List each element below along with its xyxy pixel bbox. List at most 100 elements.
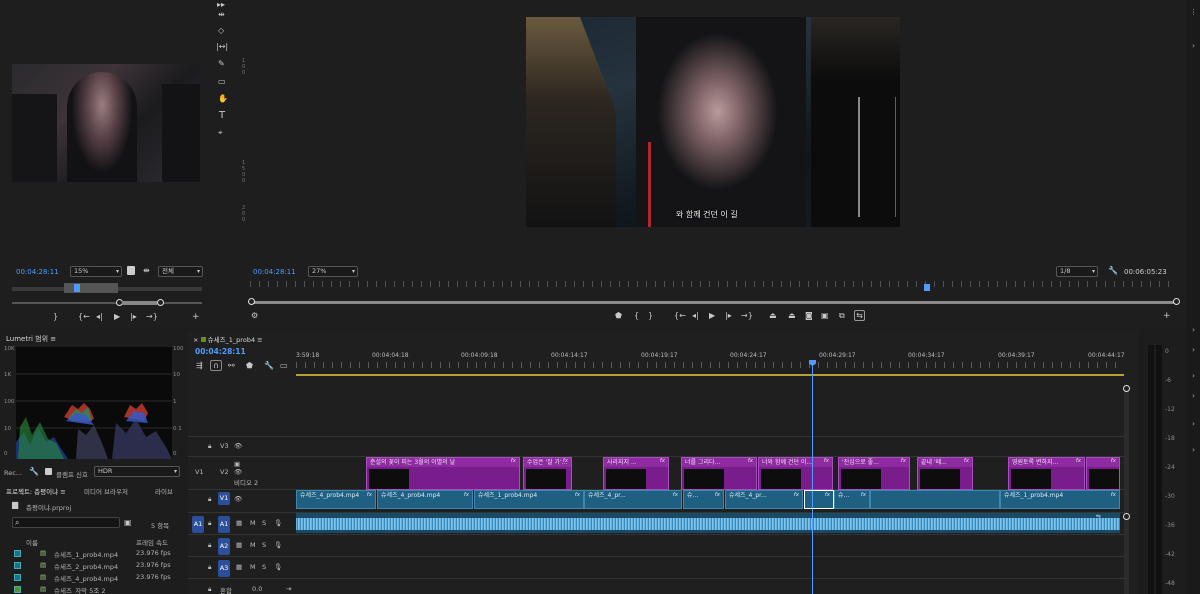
snap-icon[interactable]: ∩ — [210, 360, 222, 371]
v2-caption-clip[interactable]: '진심으로 좋... fx — [838, 457, 910, 490]
toggle-output-icon[interactable]: 👁︎ — [234, 468, 242, 476]
selected-clip-outline[interactable] — [804, 490, 834, 509]
v1-video-clip[interactable] — [870, 490, 1000, 509]
program-zoom-dropdown[interactable]: 27% ▾ — [308, 266, 358, 277]
program-zoom-bar[interactable] — [248, 298, 1180, 305]
fx-badge[interactable]: fx — [794, 491, 799, 500]
a1-mute[interactable]: M — [250, 519, 256, 527]
fx-badge[interactable]: fx — [660, 458, 665, 464]
zoom-handle-left[interactable] — [248, 298, 255, 305]
fx-badge[interactable]: fx — [563, 458, 568, 464]
step-forward-icon[interactable]: |▸ — [130, 312, 137, 322]
project-search-input[interactable]: ⌕ — [12, 517, 120, 528]
go-to-in-icon[interactable]: {← — [674, 311, 686, 321]
microphone-icon[interactable]: 🎙︎ — [274, 541, 282, 549]
media-browser-tab[interactable]: 미디어 브라우저 — [84, 486, 128, 496]
extract-icon[interactable]: ⏏ — [788, 311, 796, 321]
timeline-ruler[interactable]: 3:59:18 00:04:04:18 00:04:09:18 00:04:14:17… — [296, 348, 1125, 372]
fx-badge[interactable]: fx — [464, 491, 469, 500]
fx-badge[interactable]: fx — [964, 458, 969, 464]
lock-icon[interactable]: 🔒︎ — [208, 495, 211, 504]
captions-icon[interactable]: ▭ — [280, 361, 288, 371]
a1-source-patch[interactable]: A1 — [192, 516, 204, 533]
label-swatch[interactable] — [14, 562, 21, 569]
microphone-icon[interactable]: 🎙︎ — [274, 563, 282, 571]
toggle-output-icon[interactable]: 👁︎ — [234, 495, 242, 503]
expand-arrow-icon[interactable]: › — [1187, 372, 1200, 380]
hand-icon[interactable]: ✋ — [218, 94, 228, 104]
mark-in-icon[interactable]: { — [634, 311, 639, 321]
mark-out-icon[interactable]: } — [648, 311, 653, 321]
fx-badge[interactable]: fx — [673, 491, 678, 500]
expand-arrow-icon[interactable]: › — [1187, 42, 1200, 50]
lock-icon[interactable]: 🔒︎ — [208, 442, 211, 451]
add-button-icon[interactable]: + — [1163, 311, 1171, 321]
play-icon[interactable]: ▶ — [114, 312, 120, 322]
compare-icon[interactable]: ▣ — [821, 311, 829, 321]
new-bin-icon[interactable]: ▣ — [124, 518, 132, 528]
scroll-handle-bottom[interactable] — [1123, 513, 1130, 520]
step-back-icon[interactable]: ◂| — [692, 311, 699, 321]
list-item[interactable]: ▤ 슈세즈_4_prob4.mp4 23.976 fps — [10, 572, 182, 583]
a1-audio-clip[interactable]: ⇋ — [296, 513, 1120, 533]
lumetri-title[interactable]: Lumetri 범위 ≡ — [6, 334, 56, 344]
play-icon[interactable]: ▶ — [709, 311, 715, 321]
a3-mute[interactable]: M — [250, 563, 256, 571]
source-scrubber[interactable] — [12, 283, 202, 293]
v2-caption-clip[interactable]: fx — [1086, 457, 1120, 490]
timeline-tab[interactable]: × 슈세즈_1_prob4 ≡ — [193, 334, 263, 344]
lift-icon[interactable]: ⏏ — [769, 311, 777, 321]
linked-selection-icon[interactable]: ⚯ — [228, 361, 235, 371]
pen-icon[interactable]: ✎ — [218, 59, 225, 69]
fx-badge[interactable]: fx — [861, 491, 866, 500]
a2-mute[interactable]: M — [250, 541, 256, 549]
source-playhead[interactable] — [74, 284, 80, 292]
v1-video-clip[interactable]: 슈세즈_4_pr... fx — [584, 490, 682, 509]
v2-caption-clip[interactable]: 사라지지 ... fx — [603, 457, 669, 490]
menu-icon[interactable]: ≡ — [257, 336, 262, 344]
wrench-icon[interactable]: 🔧 — [29, 467, 39, 477]
expand-arrow-icon[interactable]: › — [1187, 446, 1200, 454]
label-swatch[interactable] — [14, 550, 21, 557]
hdr-mode-dropdown[interactable]: HDR ▾ — [94, 466, 180, 477]
type-icon[interactable]: T — [219, 111, 225, 121]
microphone-icon[interactable]: 🎙︎ — [274, 519, 282, 527]
source-monitor-video[interactable] — [12, 64, 200, 182]
close-icon[interactable]: × — [193, 336, 198, 344]
list-item[interactable]: ▤ 슈세즈_자막 5조 2 — [10, 584, 182, 594]
wrench-icon[interactable]: 🔧 — [264, 361, 274, 371]
expand-arrow-icon[interactable]: › — [1187, 392, 1200, 400]
insert-icon[interactable]: ⇼ — [143, 266, 150, 276]
v2-caption-clip[interactable]: 수업은 '잘 가'... fx — [523, 457, 572, 490]
libraries-tab[interactable]: 라이브 — [155, 486, 173, 496]
proxy-icon[interactable]: ⇆ — [854, 310, 865, 321]
v1-video-clip[interactable]: 슈세즈_1_prob4.mp4 fx — [1000, 490, 1120, 509]
v1-track-target[interactable]: V1 — [218, 492, 230, 505]
clamp-checkbox[interactable] — [45, 468, 52, 475]
source-timecode[interactable]: 00:04:28:11 — [16, 268, 59, 276]
mark-out-icon[interactable]: } — [53, 312, 58, 322]
v1-video-clip[interactable]: 슈세즈_4_pr... fx — [725, 490, 803, 509]
program-monitor-video[interactable]: 와 함께 건던 이 길 — [526, 17, 900, 227]
nest-icon[interactable]: ⇶ — [196, 361, 203, 371]
label-swatch[interactable] — [14, 586, 21, 593]
wrench-icon[interactable]: 🔧 — [1108, 266, 1118, 276]
mix-value[interactable]: 0.0 — [252, 585, 262, 593]
menu-icon[interactable]: ≡ — [50, 335, 56, 343]
more-icon[interactable]: ⋮ — [1187, 8, 1200, 16]
fx-badge[interactable]: fx — [575, 491, 580, 500]
v2-caption-clip[interactable]: 영원토록 변하지... fx — [1008, 457, 1085, 490]
go-to-out-icon[interactable]: →} — [146, 312, 158, 322]
source-zoom-dropdown[interactable]: 15% ▾ — [70, 266, 122, 277]
work-area-bar[interactable] — [296, 374, 1124, 376]
zoom-handle-right[interactable] — [1173, 298, 1180, 305]
v1-source-label[interactable]: V1 — [195, 468, 204, 476]
column-name[interactable]: 이름 — [26, 537, 38, 547]
add-marker-icon[interactable]: ⬟ — [246, 361, 253, 371]
sync-icon[interactable]: ▦ — [236, 541, 242, 549]
lock-icon[interactable]: 🔒︎ — [208, 541, 211, 550]
a2-solo[interactable]: S — [262, 541, 266, 549]
expand-arrow-icon[interactable]: › — [1187, 326, 1200, 334]
scroll-handle-top[interactable] — [1123, 385, 1130, 392]
v1-video-clip[interactable]: 슈세즈_1_prob4.mp4 fx — [474, 490, 584, 509]
